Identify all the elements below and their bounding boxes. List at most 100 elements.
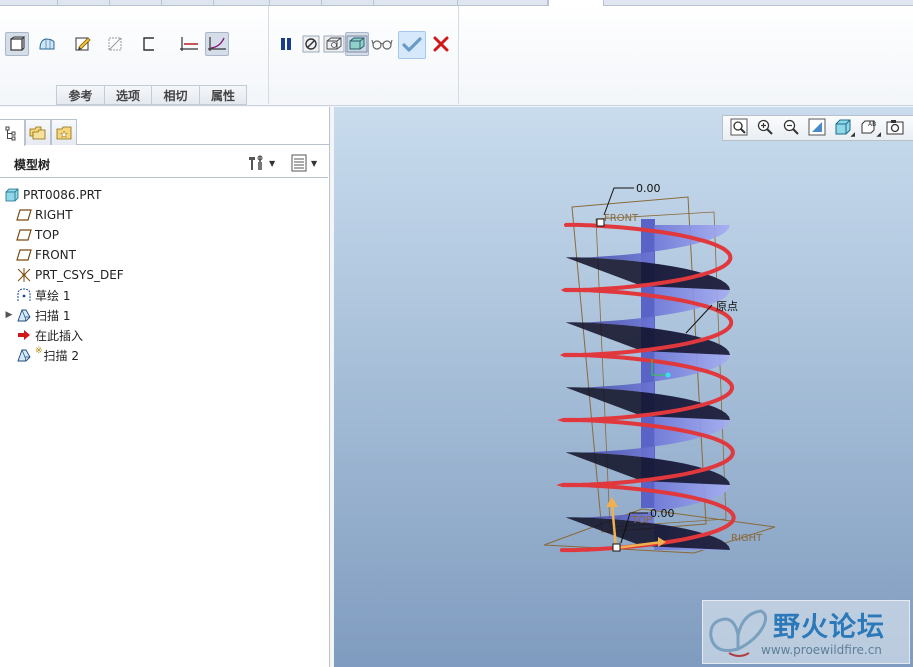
- verify-button[interactable]: [370, 32, 394, 56]
- view-toolbar: ◢ AB ◢: [722, 115, 913, 141]
- tree-item-label: PRT0086.PRT: [23, 188, 102, 202]
- part-icon: [4, 187, 20, 203]
- tree-item[interactable]: 在此插入: [4, 325, 83, 345]
- flyout-corner-icon: ◢: [876, 131, 881, 138]
- ribbon-tab-file[interactable]: [0, 0, 58, 6]
- view-manager-button[interactable]: [882, 117, 908, 139]
- tree-item[interactable]: PRT0086.PRT: [0, 185, 101, 205]
- dim-top-value[interactable]: 0.00: [636, 182, 661, 195]
- remove-material-button[interactable]: [103, 32, 127, 56]
- csys-arrow-y: [606, 497, 618, 507]
- constant-section-button[interactable]: [177, 32, 201, 56]
- sketch-edit-button[interactable]: [71, 32, 95, 56]
- tree-item-label: FRONT: [35, 248, 76, 262]
- refit-button[interactable]: [726, 117, 752, 139]
- tree-settings-button[interactable]: ▼: [246, 153, 275, 173]
- navigator-panel: 模型树 ▼ ▼ PRT0086.PRT RIGHT TOP FRONT PRT_CSYS…: [0, 107, 330, 667]
- tools-settings-icon: [249, 155, 263, 170]
- feature-preview-icon: [346, 35, 368, 53]
- constant-section-icon: [180, 37, 198, 51]
- verify-glasses-icon: [371, 39, 393, 50]
- surface-icon: [39, 38, 55, 50]
- tree-item[interactable]: ※ 扫描 2: [4, 345, 79, 365]
- subtab-options[interactable]: 选项: [104, 85, 152, 105]
- surface-button[interactable]: [35, 32, 59, 56]
- origin-label: 原点: [716, 300, 738, 313]
- cancel-x-icon: [433, 36, 449, 52]
- zoom-in-icon: [756, 118, 774, 139]
- ribbon-tab-view[interactable]: [322, 0, 374, 6]
- ribbon-tab-render[interactable]: [214, 0, 270, 6]
- cancel-button[interactable]: [429, 32, 453, 56]
- tree-item[interactable]: RIGHT: [4, 205, 73, 225]
- solid-icon: [10, 36, 25, 51]
- zoom-in-button[interactable]: [752, 117, 778, 139]
- chevron-down-icon: ▼: [269, 158, 276, 168]
- ok-check-icon: [402, 37, 422, 52]
- tree-item-label: TOP: [35, 228, 60, 242]
- chevron-down-icon: ▼: [311, 158, 318, 168]
- datum-plane-icon: [16, 247, 32, 263]
- view-manager-icon: [886, 118, 904, 139]
- tree-item-label: RIGHT: [35, 208, 73, 222]
- ribbon-tab-annotate[interactable]: [162, 0, 214, 6]
- ribbon-tab-strip: [0, 0, 913, 6]
- datum-plane-icon: [16, 207, 32, 223]
- geometry-preview-icon: [323, 35, 345, 53]
- solid-button[interactable]: [5, 32, 29, 56]
- model-tree-icon: [5, 126, 16, 141]
- tree-item[interactable]: PRT_CSYS_DEF: [4, 265, 124, 285]
- remove-material-icon: [108, 37, 122, 51]
- tree-show-button[interactable]: ▼: [290, 153, 317, 173]
- sweep-icon: [16, 307, 32, 323]
- repaint-icon: [808, 118, 826, 139]
- ribbon-tab-flexible[interactable]: [374, 0, 458, 6]
- pause-button[interactable]: [274, 32, 298, 56]
- thicken-button[interactable]: [137, 32, 161, 56]
- tree-item[interactable]: 草绘 1: [4, 285, 70, 305]
- tab-folder-browser[interactable]: [25, 119, 51, 145]
- tab-favorites[interactable]: [51, 119, 77, 145]
- subtab-tangency[interactable]: 相切: [151, 85, 200, 105]
- subtab-properties[interactable]: 属性: [199, 85, 247, 105]
- ribbon-tab-tools[interactable]: [270, 0, 322, 6]
- datum-plane-icon: [16, 227, 32, 243]
- tree-item[interactable]: TOP: [4, 225, 59, 245]
- coordinate-system-icon: [16, 267, 32, 283]
- ok-button[interactable]: [398, 31, 426, 59]
- display-style-icon: [834, 118, 852, 139]
- expand-arrow-icon[interactable]: ▶: [4, 310, 14, 320]
- tab-model-tree[interactable]: [0, 119, 25, 146]
- graphics-viewport[interactable]: 0.00 0.00 FRONT TOP RIGHT 原点 ◢ AB ◢ 野火论坛 w…: [334, 107, 913, 667]
- geometry-preview-button[interactable]: [322, 32, 346, 56]
- model-tree-header: 模型树 ▼ ▼: [0, 151, 330, 175]
- subtab-references[interactable]: 参考: [56, 85, 105, 105]
- tree-item[interactable]: ▶ 扫描 1: [4, 305, 71, 325]
- start-point-marker: [596, 218, 605, 227]
- center-point: [665, 372, 671, 378]
- svg-text:AB: AB: [868, 121, 876, 128]
- display-style-button[interactable]: ◢: [830, 117, 856, 139]
- forum-watermark: 野火论坛 www.proewildfire.cn: [702, 600, 910, 664]
- sweep-icon: [16, 347, 32, 363]
- model-scene[interactable]: 0.00 0.00 FRONT TOP RIGHT 原点: [334, 107, 913, 667]
- zoom-out-button[interactable]: [778, 117, 804, 139]
- saved-views-button[interactable]: AB ◢: [856, 117, 882, 139]
- dim-bottom-value[interactable]: 0.00: [650, 507, 675, 520]
- feature-preview-button[interactable]: [345, 32, 369, 56]
- variable-section-button[interactable]: [205, 32, 229, 56]
- no-preview-button[interactable]: [299, 32, 323, 56]
- ribbon-tab-model[interactable]: [58, 0, 110, 6]
- tree-item-label: PRT_CSYS_DEF: [35, 268, 124, 282]
- ribbon-group-separator: [458, 6, 459, 104]
- tree-item[interactable]: FRONT: [4, 245, 76, 265]
- favorites-folder-icon: [56, 126, 72, 139]
- ribbon-tab-sweep[interactable]: [548, 0, 604, 6]
- end-point-marker: [612, 543, 621, 552]
- tree-header-divider: [0, 177, 328, 178]
- ribbon-tab-analysis[interactable]: [110, 0, 162, 6]
- ribbon-tab-applications[interactable]: [458, 0, 548, 6]
- tree-item-label: 草绘 1: [35, 288, 71, 303]
- repaint-button[interactable]: [804, 117, 830, 139]
- datum-label-top: TOP: [631, 515, 652, 526]
